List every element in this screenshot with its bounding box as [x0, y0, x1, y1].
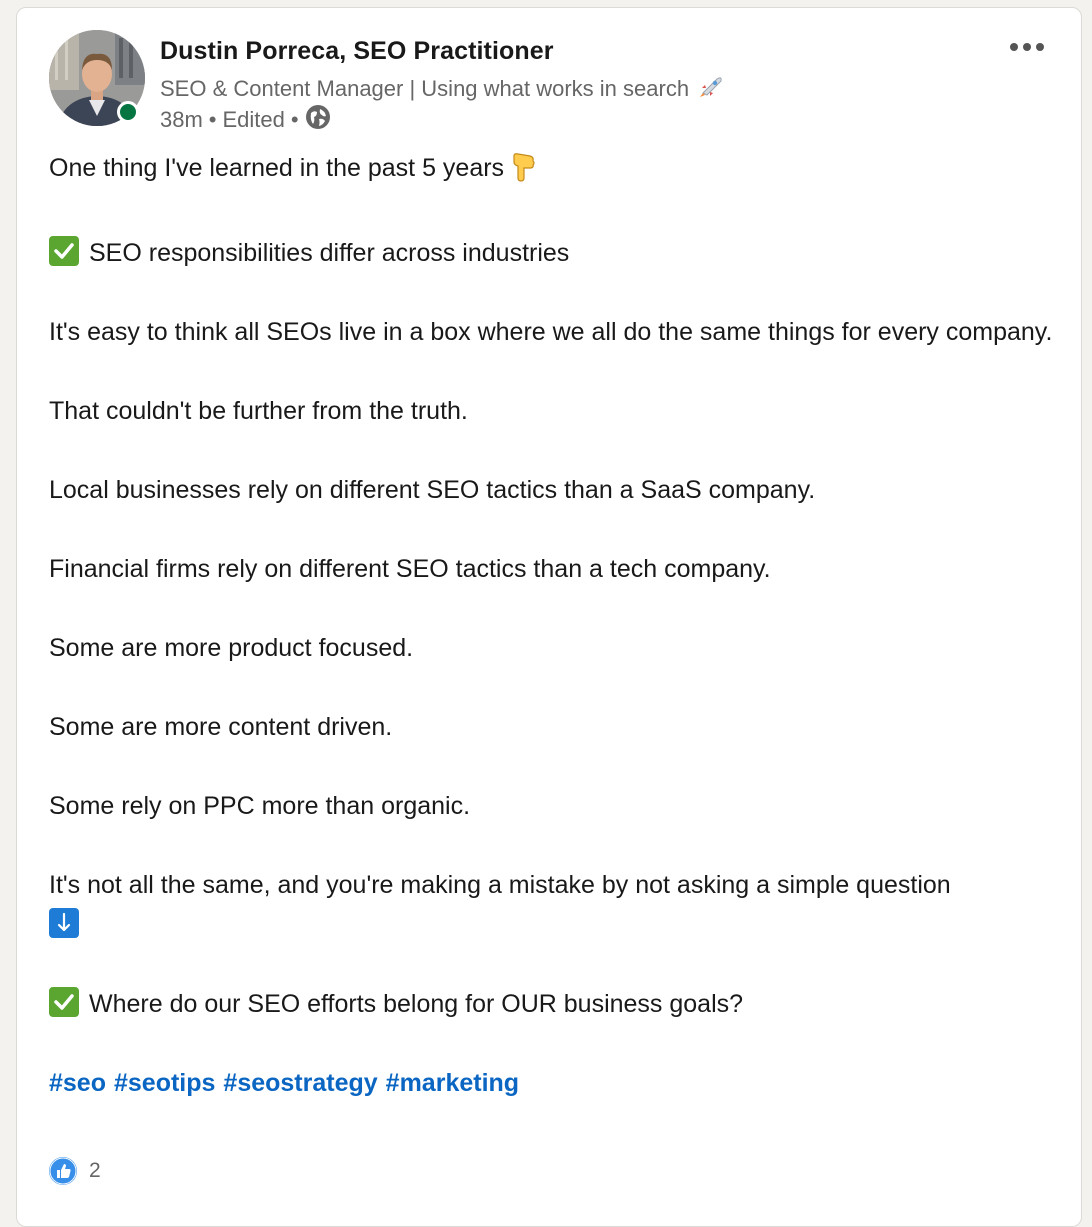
post-point-1: SEO responsibilities differ across indus… [49, 234, 1059, 274]
post-body: One thing I've learned in the past 5 yea… [49, 149, 1059, 1143]
post-card: Dustin Porreca, SEO Practitioner SEO & C… [16, 7, 1082, 1227]
author-name[interactable]: Dustin Porreca, SEO Practitioner [160, 37, 554, 66]
reactions-summary[interactable]: 2 [49, 1157, 101, 1185]
post-point-2-text: Where do our SEO efforts belong for OUR … [89, 989, 744, 1018]
post-paragraph: Financial firms rely on different SEO ta… [49, 555, 771, 583]
dot-icon [1023, 43, 1031, 51]
hashtag-link[interactable]: #seotips [114, 1069, 215, 1097]
hashtag-list: #seo #seotips #seostrategy #marketing [49, 1064, 1059, 1104]
post-point-1-text: SEO responsibilities differ across indus… [89, 239, 570, 267]
post-paragraph: Local businesses rely on different SEO t… [49, 476, 816, 504]
dot-icon [1036, 43, 1044, 51]
down-arrow-emoji [49, 907, 79, 938]
check-mark-emoji [49, 236, 79, 266]
post-timestamp[interactable]: 38m [160, 107, 203, 133]
post-intro-text: One thing I've learned in the past 5 yea… [49, 154, 505, 182]
post-meta: 38m • Edited • [160, 104, 331, 136]
post-paragraph: That couldn't be further from the truth. [49, 397, 468, 425]
hashtag-link[interactable]: #marketing [386, 1069, 519, 1097]
check-mark-emoji [49, 986, 79, 1017]
edited-label: Edited [222, 107, 285, 132]
post-paragraph: It's easy to think all SEOs live in a bo… [49, 318, 1053, 346]
author-headline: SEO & Content Manager | Using what works… [160, 73, 725, 105]
post-paragraph-question: It's not all the same, and you're making… [49, 866, 1059, 945]
hashtag-link[interactable]: #seo [49, 1069, 106, 1097]
post-paragraph-text: It's not all the same, and you're making… [49, 871, 951, 899]
globe-icon [305, 104, 331, 136]
more-options-button[interactable] [1003, 32, 1051, 62]
post-intro: One thing I've learned in the past 5 yea… [49, 149, 1059, 195]
dot-icon [1010, 43, 1018, 51]
reaction-count[interactable]: 2 [89, 1159, 101, 1183]
hashtag-link[interactable]: #seostrategy [223, 1069, 377, 1097]
author-headline-text: SEO & Content Manager | Using what works… [160, 76, 690, 101]
online-status-indicator [117, 101, 139, 123]
post-paragraph: Some are more product focused. [49, 634, 414, 662]
post-paragraph: Some are more content driven. [49, 713, 393, 741]
like-reaction-icon [49, 1157, 77, 1185]
meta-separator: • [208, 107, 217, 132]
rocket-emoji [697, 73, 725, 105]
meta-separator: • [290, 107, 299, 132]
post-paragraph: Some rely on PPC more than organic. [49, 792, 471, 820]
post-point-2: Where do our SEO efforts belong for OUR … [49, 985, 1059, 1025]
pointing-down-hand-emoji [510, 152, 536, 195]
